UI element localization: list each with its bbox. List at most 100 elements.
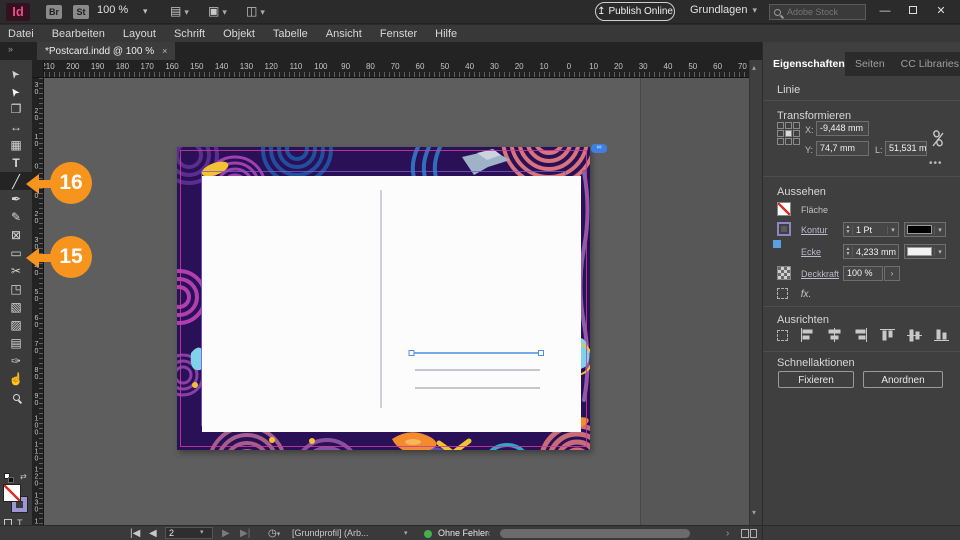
publish-online-button[interactable]: ↥ Publish Online	[595, 2, 675, 21]
opacity-icon[interactable]	[777, 266, 791, 280]
menu-layout[interactable]: Layout	[123, 28, 156, 40]
pasteboard[interactable]: ∞	[44, 78, 749, 525]
swap-fill-stroke-icon[interactable]: ⇄	[20, 472, 27, 481]
view-options-dropdown[interactable]: ▤ ▾	[170, 4, 189, 18]
collapse-tools-icon[interactable]: »	[8, 44, 13, 54]
eyedropper-tool[interactable]: ✑	[0, 352, 32, 370]
preflight-menu-icon[interactable]: ◷▾	[268, 527, 280, 540]
fx-button[interactable]: fx.	[801, 289, 812, 300]
page-dropdown-icon[interactable]: ▾	[200, 528, 204, 536]
first-page-button[interactable]: |◀	[130, 527, 140, 540]
free-transform-tool[interactable]: ◳	[0, 280, 32, 298]
spread-view-icon[interactable]	[741, 529, 757, 538]
stroke-link[interactable]: Kontur	[801, 225, 828, 235]
scroll-right-icon[interactable]: ›	[726, 527, 729, 540]
gradient-tool[interactable]: ▧	[0, 298, 32, 316]
last-page-button[interactable]: ▶|	[240, 527, 250, 540]
stroke-weight-stepper[interactable]: ▲ ▼ 1 Pt ▾	[843, 222, 899, 237]
page-tool[interactable]: ❐	[0, 100, 32, 118]
menu-hilfe[interactable]: Hilfe	[435, 28, 457, 40]
menu-datei[interactable]: Datei	[8, 28, 34, 40]
scroll-down-icon[interactable]: ▾	[752, 508, 756, 517]
stepper-arrows-icon[interactable]: ▲ ▼	[844, 224, 853, 235]
chevron-down-icon[interactable]: ▾	[934, 225, 945, 234]
constrain-proportions-off-icon[interactable]	[931, 130, 945, 148]
next-page-button[interactable]: ▶	[222, 527, 230, 540]
opacity-field[interactable]: 100 %	[843, 266, 883, 281]
direct-selection-tool[interactable]: ➤	[0, 82, 32, 100]
menu-objekt[interactable]: Objekt	[223, 28, 255, 40]
tab-eigenschaften[interactable]: Eigenschaften	[763, 52, 845, 76]
align-right-icon[interactable]	[853, 328, 868, 342]
minimize-button[interactable]: —	[872, 0, 898, 22]
stroke-swatch-icon[interactable]	[777, 222, 791, 236]
chevron-down-icon[interactable]: ▾	[934, 247, 945, 256]
align-top-icon[interactable]	[880, 328, 896, 342]
stepper-arrows-icon[interactable]: ▲ ▼	[844, 246, 853, 257]
arrange-button[interactable]: Anordnen	[863, 371, 943, 388]
x-field[interactable]: -9,448 mm	[816, 121, 869, 136]
corner-style-dropdown[interactable]: ▾	[904, 244, 946, 259]
content-collector-tool[interactable]: ▦	[0, 136, 32, 154]
vertical-scrollbar[interactable]: ▴ ▾	[749, 60, 762, 525]
workspace-switcher[interactable]: Grundlagen ▾	[690, 4, 757, 16]
gradient-feather-tool[interactable]: ▨	[0, 316, 32, 334]
menu-fenster[interactable]: Fenster	[380, 28, 417, 40]
corner-link[interactable]: Ecke	[801, 247, 821, 257]
align-bottom-icon[interactable]	[933, 328, 949, 342]
align-center-horizontal-icon[interactable]	[827, 328, 842, 342]
adobe-stock-search[interactable]	[769, 4, 866, 20]
selection-tool[interactable]: ➤	[0, 64, 32, 82]
note-tool[interactable]: ▤	[0, 334, 32, 352]
align-left-icon[interactable]	[800, 328, 815, 342]
linked-content-badge[interactable]: ∞	[591, 144, 607, 153]
scroll-up-icon[interactable]: ▴	[752, 63, 756, 72]
scissors-tool-icon: ✂	[10, 264, 22, 278]
opacity-expand-button[interactable]: ›	[884, 266, 900, 281]
zoom-level-caret-icon[interactable]: ▾	[143, 6, 148, 17]
align-center-vertical-icon[interactable]	[907, 328, 923, 342]
fill-swatch-none[interactable]	[3, 484, 21, 502]
length-field[interactable]: 51,531 mm	[885, 141, 927, 156]
opacity-link[interactable]: Deckkraft	[801, 269, 839, 279]
reference-point-grid[interactable]	[777, 122, 801, 146]
y-field[interactable]: 74,7 mm	[816, 141, 869, 156]
zoom-tool[interactable]	[0, 388, 32, 406]
stroke-color-dropdown[interactable]: ▾	[904, 222, 946, 237]
corner-radius-stepper[interactable]: ▲ ▼ 4,233 mm	[843, 244, 899, 259]
document-tab[interactable]: *Postcard.indd @ 100 % ×	[37, 42, 176, 60]
fill-none-swatch-icon[interactable]	[777, 202, 791, 216]
menu-tabelle[interactable]: Tabelle	[273, 28, 308, 40]
page-number-field[interactable]: 2	[165, 527, 213, 539]
screen-mode-dropdown[interactable]: ▣ ▾	[208, 4, 227, 18]
align-buttons	[777, 328, 949, 342]
search-input[interactable]	[785, 6, 861, 18]
pencil-tool[interactable]: ✎	[0, 208, 32, 226]
menu-bearbeiten[interactable]: Bearbeiten	[52, 28, 105, 40]
stock-button[interactable]: St	[73, 5, 89, 19]
chevron-down-icon[interactable]: ▾	[887, 225, 898, 234]
close-tab-icon[interactable]: ×	[162, 46, 167, 56]
bridge-button[interactable]: Br	[46, 5, 62, 19]
tab-cc-libraries[interactable]: CC Libraries	[891, 52, 960, 76]
menu-ansicht[interactable]: Ansicht	[326, 28, 362, 40]
maximize-button[interactable]	[900, 0, 926, 22]
menu-schrift[interactable]: Schrift	[174, 28, 205, 40]
close-window-button[interactable]: ✕	[928, 0, 954, 22]
zoom-level-select[interactable]: 100 %	[97, 4, 128, 16]
frame-options-icon[interactable]	[777, 288, 788, 299]
hand-tool[interactable]: ☝	[0, 370, 32, 388]
ruler-origin-corner[interactable]	[32, 60, 44, 78]
hruler-label: 50	[688, 62, 698, 71]
lock-button[interactable]: Fixieren	[778, 371, 854, 388]
tab-seiten[interactable]: Seiten	[845, 52, 891, 76]
previous-page-button[interactable]: ◀	[149, 527, 157, 540]
more-options-button[interactable]: •••	[929, 158, 943, 169]
chevron-down-icon[interactable]: ▾	[404, 527, 408, 540]
horizontal-scrollbar-thumb[interactable]	[500, 528, 690, 538]
scroll-left-icon[interactable]: ‹	[487, 527, 490, 540]
gap-tool[interactable]: ↔	[0, 118, 32, 136]
align-to-icon[interactable]	[777, 329, 788, 341]
postcard-artwork[interactable]	[151, 91, 616, 507]
arrange-documents-dropdown[interactable]: ◫ ▾	[246, 4, 265, 18]
